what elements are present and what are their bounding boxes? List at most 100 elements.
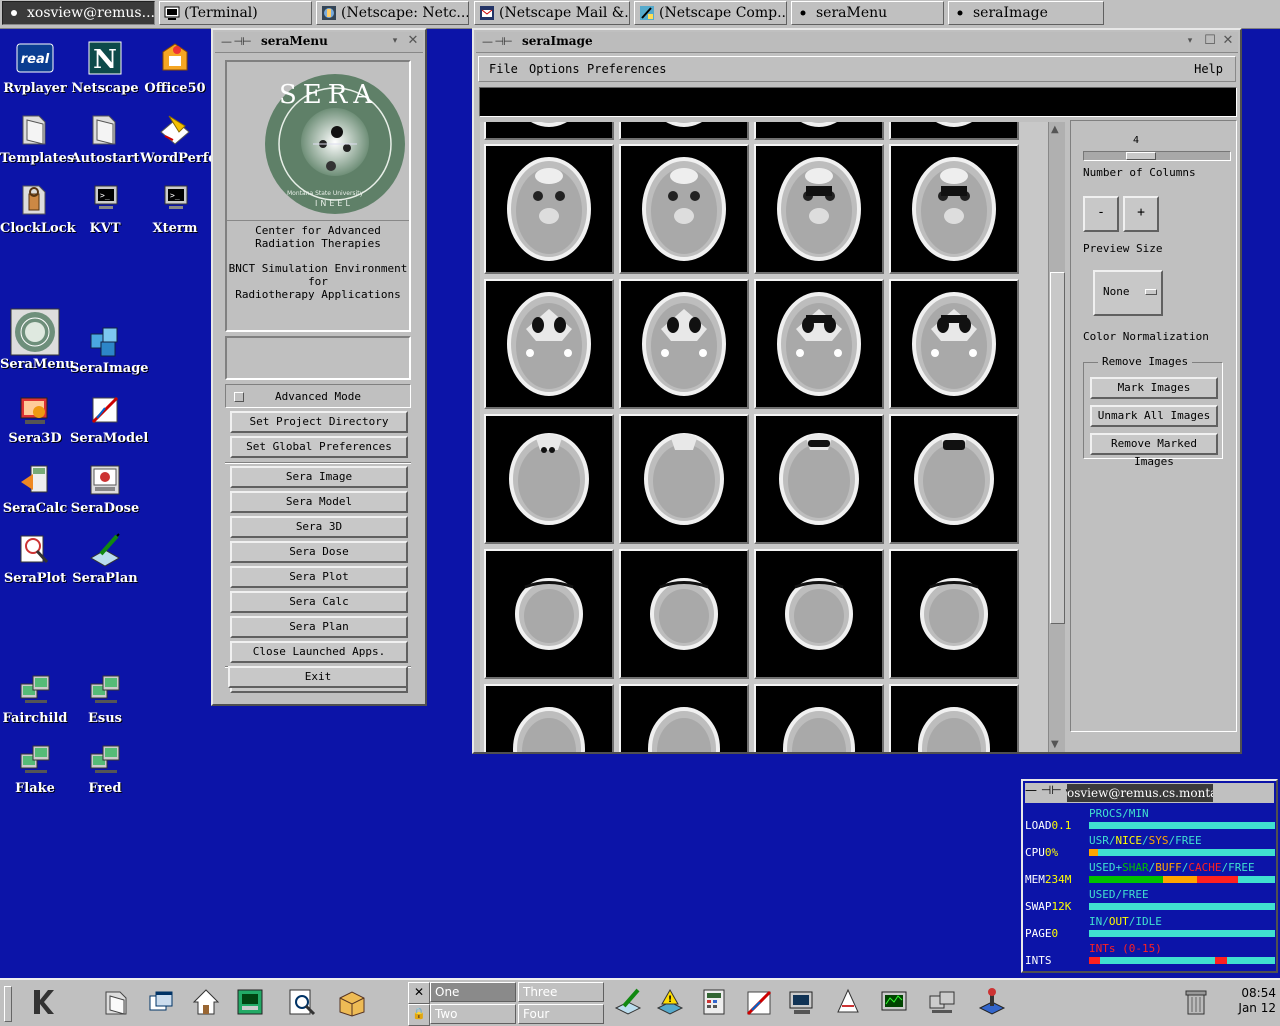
desktop-icon-esus[interactable]: Esus	[70, 670, 140, 726]
control-center-icon[interactable]	[234, 986, 266, 1018]
desktop-icon-templates[interactable]: Templates	[0, 110, 74, 166]
ct-slice-thumbnail[interactable]	[754, 144, 884, 274]
sera-calc-button[interactable]: Sera Calc	[230, 591, 408, 613]
window-menu-icon[interactable]: — ⊣⊢	[482, 35, 513, 48]
desktop-icon-office50[interactable]: Office50	[140, 40, 210, 96]
remove-marked-images-button[interactable]: Remove Marked Images	[1090, 433, 1218, 468]
home-folder-icon[interactable]	[100, 986, 132, 1018]
set-global-preferences-button[interactable]: Set Global Preferences	[230, 436, 408, 458]
desktop-icon-fairchild[interactable]: Fairchild	[0, 670, 70, 726]
ct-slice-thumbnail[interactable]	[484, 122, 614, 140]
ct-slice-thumbnail[interactable]	[484, 414, 614, 544]
sera-dose-button[interactable]: Sera Dose	[230, 541, 408, 563]
task-netscape-mail[interactable]: (Netscape Mail &...	[474, 1, 630, 25]
menu-file[interactable]: File	[489, 62, 518, 76]
menu-help[interactable]: Help	[1194, 62, 1223, 76]
desktop-icon-sera3d[interactable]: Sera3D	[0, 390, 70, 446]
columns-slider-thumb[interactable]	[1126, 152, 1156, 160]
network-launcher-icon[interactable]	[926, 986, 958, 1018]
sera-plot-button[interactable]: Sera Plot	[230, 566, 408, 588]
desktop-three-button[interactable]: Three	[518, 982, 604, 1002]
ct-slice-thumbnail[interactable]	[754, 549, 884, 679]
sera3d-launcher-icon[interactable]	[786, 986, 818, 1018]
preview-size-increase-button[interactable]: +	[1123, 196, 1159, 232]
window-list-icon[interactable]	[146, 986, 178, 1018]
desktop-icon-seramodel[interactable]: SeraModel	[70, 390, 148, 446]
home-icon[interactable]	[190, 986, 222, 1018]
desktop-icon-fred[interactable]: Fred	[70, 740, 140, 796]
preview-size-decrease-button[interactable]: -	[1083, 196, 1119, 232]
desktop-icon-netscape[interactable]: N Netscape	[70, 40, 140, 96]
seraimage-launcher-icon[interactable]	[832, 986, 864, 1018]
monitor-launcher-icon[interactable]	[878, 986, 910, 1018]
close-icon[interactable]: ✕	[405, 33, 421, 49]
panel-handle[interactable]	[4, 986, 12, 1022]
menu-options[interactable]: Options	[529, 62, 580, 76]
ct-slice-thumbnail[interactable]	[484, 549, 614, 679]
desktop-icon-seraimage[interactable]: SeraImage	[70, 320, 149, 376]
trash-icon[interactable]	[1180, 986, 1212, 1018]
color-normalization-select[interactable]: None	[1093, 270, 1163, 316]
kde-menu-icon[interactable]	[26, 986, 58, 1018]
desktop-icon-wordperfect[interactable]: WordPerfec	[140, 110, 224, 166]
seradose-launcher-icon[interactable]: !	[654, 986, 686, 1018]
desktop-icon-clocklock[interactable]: ClockLock	[0, 180, 76, 236]
desktop-icon-seraplot[interactable]: SeraPlot	[0, 530, 70, 586]
exit-button[interactable]: Exit	[228, 666, 408, 688]
task-netscape[interactable]: (Netscape: Netc...	[316, 1, 469, 25]
ct-slice-thumbnail[interactable]	[754, 684, 884, 752]
desktop-icon-xterm[interactable]: >_ Xterm	[140, 180, 210, 236]
advanced-mode-row[interactable]: Advanced Mode	[225, 384, 411, 408]
task-netscape-composer[interactable]: (Netscape Comp...	[634, 1, 787, 25]
mark-images-button[interactable]: Mark Images	[1090, 377, 1218, 399]
task-xosview[interactable]: xosview@remus....	[2, 1, 155, 25]
close-icon[interactable]: ✕	[1220, 33, 1236, 49]
ct-slice-thumbnail[interactable]	[484, 684, 614, 752]
close-window-icon[interactable]: ✕	[408, 982, 430, 1004]
joystick-launcher-icon[interactable]	[976, 986, 1008, 1018]
sera-image-button[interactable]: Sera Image	[230, 466, 408, 488]
desktop-two-button[interactable]: Two	[430, 1004, 516, 1024]
ct-slice-thumbnail[interactable]	[889, 122, 1019, 140]
set-project-directory-button[interactable]: Set Project Directory	[230, 411, 408, 433]
maximize-icon[interactable]: ☐	[1202, 33, 1218, 49]
task-seraimage[interactable]: seraImage	[948, 1, 1104, 25]
image-grid[interactable]	[480, 122, 1048, 752]
lock-screen-icon[interactable]: 🔒	[408, 1004, 430, 1026]
ct-slice-thumbnail[interactable]	[484, 279, 614, 409]
desktop-icon-seracalc[interactable]: SeraCalc	[0, 460, 70, 516]
ct-slice-thumbnail[interactable]	[619, 122, 749, 140]
columns-slider[interactable]	[1083, 151, 1231, 161]
ct-slice-thumbnail[interactable]	[619, 144, 749, 274]
seramenu-titlebar[interactable]: — ⊣⊢ seraMenu ▾ ✕	[215, 32, 423, 53]
minimize-icon[interactable]: ▾	[387, 33, 403, 49]
desktop-icon-seraplan[interactable]: SeraPlan	[70, 530, 140, 586]
ct-slice-thumbnail[interactable]	[619, 549, 749, 679]
ct-slice-thumbnail[interactable]	[754, 279, 884, 409]
minimize-icon[interactable]: ▾	[1182, 33, 1198, 49]
seramodel-launcher-icon[interactable]	[742, 986, 774, 1018]
desktop-icon-seradose[interactable]: SeraDose	[70, 460, 140, 516]
ct-slice-thumbnail[interactable]	[889, 549, 1019, 679]
task-seramenu[interactable]: seraMenu	[791, 1, 944, 25]
find-files-icon[interactable]	[286, 986, 318, 1018]
image-grid-scrollbar[interactable]: ▲ ▼	[1048, 122, 1065, 752]
ct-slice-thumbnail[interactable]	[754, 414, 884, 544]
window-menu-icon[interactable]: — ⊣⊢	[1025, 783, 1062, 797]
seracalc-launcher-icon[interactable]	[698, 986, 730, 1018]
task-terminal[interactable]: (Terminal)	[159, 1, 312, 25]
desktop-icon-seramenu[interactable]: SeraMenu	[0, 308, 75, 372]
desktop-one-button[interactable]: One	[430, 982, 516, 1002]
ct-slice-thumbnail[interactable]	[484, 144, 614, 274]
scroll-up-icon[interactable]: ▲	[1051, 124, 1059, 135]
package-icon[interactable]	[336, 986, 368, 1018]
ct-slice-thumbnail[interactable]	[619, 414, 749, 544]
desktop-icon-flake[interactable]: Flake	[0, 740, 70, 796]
ct-slice-thumbnail[interactable]	[754, 122, 884, 140]
sera-3d-button[interactable]: Sera 3D	[230, 516, 408, 538]
seraplan-launcher-icon[interactable]	[612, 986, 644, 1018]
scroll-down-icon[interactable]: ▼	[1051, 739, 1059, 750]
clock[interactable]: 08:54 Jan 12	[1226, 986, 1276, 1016]
ct-slice-thumbnail[interactable]	[889, 684, 1019, 752]
ct-slice-thumbnail[interactable]	[889, 144, 1019, 274]
